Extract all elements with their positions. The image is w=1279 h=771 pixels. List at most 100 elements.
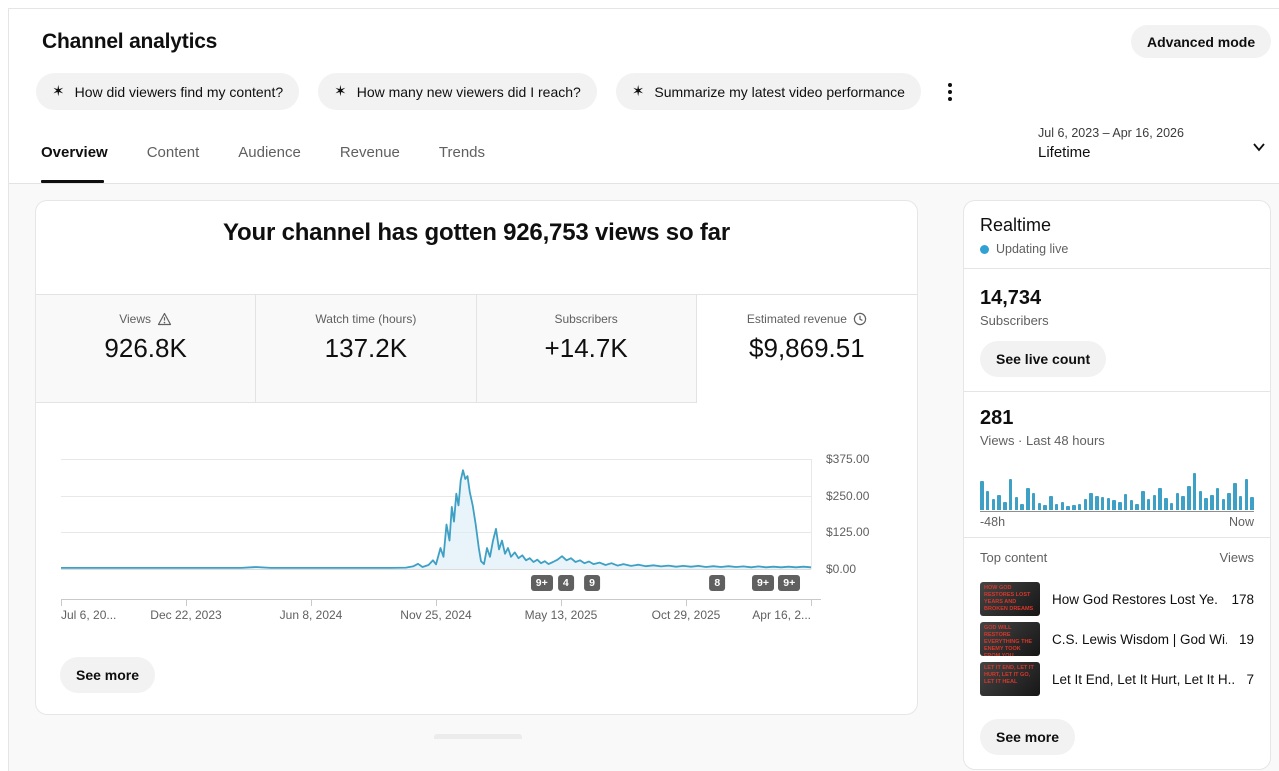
tab-audience[interactable]: Audience [238,144,301,182]
channel-analytics-page: Channel analytics Advanced mode ✶How did… [0,0,1279,771]
video-thumbnail: How God restores lost years and broken d… [980,582,1040,616]
realtime-bar [986,491,990,510]
tab-revenue[interactable]: Revenue [340,144,400,182]
sparkle-icon: ✶ [52,84,65,99]
x-axis-label: May 13, 2025 [525,608,598,622]
x-axis-label: Oct 29, 2025 [652,608,721,622]
views-column-label: Views [1220,550,1254,565]
metric-strip: Views 926.8K Watch time (hours) 137.2K S… [36,294,917,403]
video-views: 178 [1231,592,1254,607]
realtime-bar [1199,491,1203,510]
timeline-marker-badge[interactable]: 9+ [531,575,553,591]
revenue-line-chart [61,458,811,570]
page-title: Channel analytics [42,30,217,54]
views-headline: Your channel has gotten 926,753 views so… [36,219,917,247]
x-axis-tick [811,599,812,606]
realtime-bar-chart [980,460,1254,510]
date-range-picker[interactable]: Jul 6, 2023 – Apr 16, 2026 Lifetime [1030,120,1270,172]
video-title: Let It End, Let It Hurt, Let It H... [1052,672,1234,687]
metric-card-estimated-revenue[interactable]: Estimated revenue $9,869.51 [697,295,917,403]
metric-label: Views [119,312,151,326]
realtime-bar [1204,498,1208,510]
realtime-bar [1003,502,1007,510]
date-range-text: Jul 6, 2023 – Apr 16, 2026 [1038,126,1184,140]
realtime-bar [1153,495,1157,510]
advanced-mode-button[interactable]: Advanced mode [1131,25,1271,58]
x-axis-label: Apr 16, 2... [752,608,811,622]
realtime-bar [1135,504,1139,510]
views-48h-label: Views · Last 48 hours [980,433,1105,448]
metric-card-views[interactable]: Views 926.8K [36,295,256,403]
more-options-kebab-icon[interactable] [941,78,959,106]
top-content-header: Top content Views [980,550,1254,565]
realtime-bar [992,499,996,510]
ai-suggestion-chip-3[interactable]: ✶Summarize my latest video performance [616,73,921,110]
realtime-bar [1222,499,1226,510]
video-views: 19 [1239,632,1254,647]
x-axis-line [61,599,821,600]
updating-live-label: Updating live [996,242,1068,256]
video-thumbnail: Let it end, let it hurt, let it go, let … [980,662,1040,696]
divider [964,537,1270,538]
timeline-marker-badge[interactable]: 9+ [752,575,774,591]
realtime-bar [1239,496,1243,510]
realtime-subscriber-count: 14,734 [980,287,1041,310]
metric-card-subscribers[interactable]: Subscribers +14.7K [477,295,697,403]
realtime-bar [1210,495,1214,510]
metric-value: +14.7K [477,333,696,364]
metric-value: 137.2K [256,333,475,364]
realtime-bar [1193,473,1197,510]
realtime-bar [1176,493,1180,510]
see-more-button[interactable]: See more [980,719,1075,755]
see-more-button[interactable]: See more [60,657,155,693]
range-end-label: Now [1229,515,1254,529]
realtime-status: Updating live [980,242,1068,256]
subscribers-label: Subscribers [980,313,1049,328]
top-content-row[interactable]: Let it end, let it hurt, let it go, let … [980,659,1254,699]
tab-content[interactable]: Content [147,144,200,182]
timeline-marker-badge[interactable]: 4 [558,575,574,591]
realtime-bar [1009,479,1013,510]
realtime-bar [1084,499,1088,510]
top-content-label: Top content [980,550,1047,565]
x-axis-label: Jun 8, 2024 [280,608,343,622]
realtime-bar [1124,494,1128,510]
range-start-label: -48h [980,515,1005,529]
x-axis-tick [686,599,687,606]
video-thumbnail: God will restore everything the enemy to… [980,622,1040,656]
bar-chart-range-labels: -48h Now [980,515,1254,529]
realtime-bar [1112,500,1116,510]
tab-trends[interactable]: Trends [439,144,485,182]
realtime-bar [1043,505,1047,510]
top-edge-divider [8,8,1279,9]
metric-card-watch-time[interactable]: Watch time (hours) 137.2K [256,295,476,403]
realtime-bar [1078,504,1082,510]
timeline-marker-badge[interactable]: 9+ [778,575,800,591]
ai-suggestion-chip-1[interactable]: ✶How did viewers find my content? [36,73,299,110]
realtime-bar [1227,493,1231,510]
y-axis-label: $375.00 [826,452,896,466]
see-live-count-button[interactable]: See live count [980,341,1106,377]
realtime-bar [1164,498,1168,510]
x-axis-label: Dec 22, 2023 [150,608,221,622]
top-content-row[interactable]: God will restore everything the enemy to… [980,619,1254,659]
analytics-tabs: Overview Content Audience Revenue Trends [41,144,485,182]
realtime-bar [1101,497,1105,510]
x-axis-tick [311,599,312,606]
realtime-bar [1066,506,1070,510]
realtime-bar [1095,496,1099,510]
tab-overview[interactable]: Overview [41,144,108,182]
ai-suggestion-chip-2[interactable]: ✶How many new viewers did I reach? [318,73,597,110]
chart-right-border [811,459,812,569]
clock-icon [853,312,867,326]
metric-label: Estimated revenue [747,312,847,326]
realtime-bar [1061,502,1065,510]
x-axis-tick [561,599,562,606]
timeline-marker-badge[interactable]: 8 [709,575,725,591]
video-title: C.S. Lewis Wisdom | God Wi... [1052,632,1227,647]
warning-icon [157,312,172,326]
realtime-bar [1038,503,1042,510]
top-content-row[interactable]: How God restores lost years and broken d… [980,579,1254,619]
timeline-marker-badge[interactable]: 9 [584,575,600,591]
metric-value: 926.8K [36,333,255,364]
